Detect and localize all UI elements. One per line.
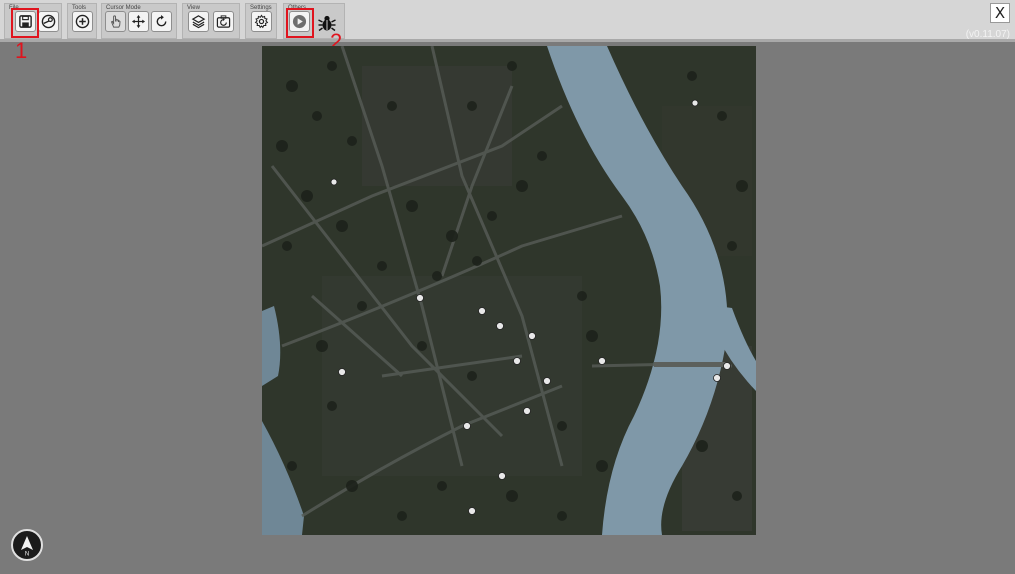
bridge [654,362,726,367]
annotation-number-1: 1 [15,38,28,63]
add-button[interactable] [72,11,93,32]
add-circle-icon [75,14,90,29]
city-map [262,46,756,535]
gear-icon [254,14,269,29]
camera-refresh-icon [216,15,231,28]
rotate-icon [156,14,167,27]
move-cursor-button[interactable] [128,11,149,32]
move-arrows-icon [131,14,146,29]
steam-button[interactable] [38,11,59,32]
hand-cursor-icon [111,15,121,28]
save-highlight-box [11,8,39,38]
refresh-view-button[interactable] [213,11,234,32]
compass-button[interactable]: N [11,529,43,561]
play-highlight-box [286,8,314,38]
hand-cursor-button[interactable] [105,11,126,32]
rotate-cursor-button[interactable] [151,11,172,32]
north-arrow-icon: N [21,536,33,558]
layers-icon [191,15,206,29]
steam-icon [41,14,56,29]
close-button[interactable]: X [990,3,1010,23]
settings-button[interactable] [251,11,272,32]
version-label: (v0.11.07) [965,29,1010,40]
map-viewport[interactable] [262,46,756,535]
compass-north-label: N [25,552,29,558]
layers-button[interactable] [188,11,209,32]
toolbar: File Tools Cursor Mode View Settings Oth… [0,0,1015,42]
